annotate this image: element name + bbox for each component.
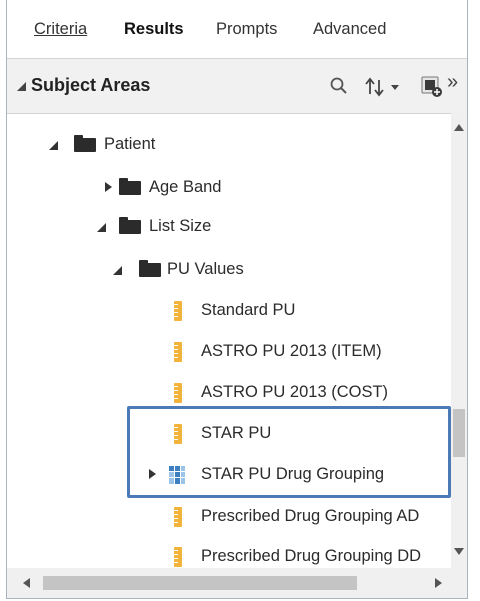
folder-icon xyxy=(139,260,161,277)
measure-icon xyxy=(174,342,182,362)
folder-icon xyxy=(74,135,96,152)
collapse-pane-icon[interactable] xyxy=(17,82,26,91)
tree-item-prescribed-drug-grouping-ad[interactable]: Prescribed Drug Grouping AD xyxy=(7,499,451,533)
vertical-scrollbar[interactable] xyxy=(451,112,467,568)
tree-item-label: Patient xyxy=(104,135,156,153)
tree-item-label: ASTRO PU 2013 (ITEM) xyxy=(201,342,382,360)
tree-item-star-pu[interactable]: STAR PU xyxy=(7,416,451,450)
measure-icon xyxy=(174,507,182,527)
tree-item-patient[interactable]: Patient xyxy=(7,127,451,161)
vertical-scroll-thumb[interactable] xyxy=(453,409,465,457)
subject-areas-title: Subject Areas xyxy=(31,75,151,95)
tree-item-standard-pu[interactable]: Standard PU xyxy=(7,293,451,327)
folder-icon xyxy=(119,178,141,195)
measure-icon xyxy=(174,383,182,403)
expanded-icon[interactable] xyxy=(49,141,58,150)
tree-item-label: List Size xyxy=(149,217,212,235)
more-icon[interactable]: » xyxy=(447,71,458,94)
tree-item-label: Prescribed Drug Grouping DD xyxy=(201,547,422,565)
tree-item-astro-pu-item[interactable]: ASTRO PU 2013 (ITEM) xyxy=(7,334,451,368)
hierarchy-icon xyxy=(169,466,185,484)
subject-areas-header: Subject Areas » xyxy=(7,58,467,114)
tree-item-label: Prescribed Drug Grouping AD xyxy=(201,507,420,525)
tree-item-list-size[interactable]: List Size xyxy=(7,209,451,243)
tab-criteria[interactable]: Criteria xyxy=(34,20,87,39)
scroll-up-icon[interactable] xyxy=(454,124,464,131)
tab-prompts[interactable]: Prompts xyxy=(216,20,277,39)
tree-item-pu-values[interactable]: PU Values xyxy=(7,252,451,286)
search-icon[interactable] xyxy=(329,76,351,98)
horizontal-scrollbar[interactable] xyxy=(7,568,467,598)
folder-icon xyxy=(119,217,141,234)
tree-item-label: STAR PU Drug Grouping xyxy=(201,465,385,483)
subject-area-tree: Patient Age Band List Size PU Values Sta… xyxy=(7,112,451,568)
tree-item-label: PU Values xyxy=(167,260,244,278)
measure-icon xyxy=(174,547,182,567)
tree-item-prescribed-drug-grouping-dd[interactable]: Prescribed Drug Grouping DD xyxy=(7,539,451,568)
tab-advanced[interactable]: Advanced xyxy=(313,20,386,39)
measure-icon xyxy=(174,424,182,444)
criteria-panel: Criteria Results Prompts Advanced Subjec… xyxy=(6,0,468,599)
collapsed-icon[interactable] xyxy=(105,182,112,192)
scroll-right-icon[interactable] xyxy=(435,578,442,588)
tab-bar: Criteria Results Prompts Advanced xyxy=(7,0,467,50)
tree-item-label: STAR PU xyxy=(201,424,272,442)
expanded-icon[interactable] xyxy=(113,266,122,275)
horizontal-scroll-thumb[interactable] xyxy=(43,576,357,590)
expanded-icon[interactable] xyxy=(97,223,106,232)
scroll-down-icon[interactable] xyxy=(454,548,464,555)
tree-item-label: Age Band xyxy=(149,178,222,196)
tree-item-label: Standard PU xyxy=(201,301,296,319)
add-subject-area-icon[interactable] xyxy=(421,76,443,98)
tree-item-star-pu-drug-grouping[interactable]: STAR PU Drug Grouping xyxy=(7,457,451,491)
measure-icon xyxy=(174,301,182,321)
tree-item-astro-pu-cost[interactable]: ASTRO PU 2013 (COST) xyxy=(7,375,451,409)
sort-icon[interactable] xyxy=(365,76,405,98)
tab-results[interactable]: Results xyxy=(124,20,184,39)
tree-item-label: ASTRO PU 2013 (COST) xyxy=(201,383,389,401)
collapsed-icon[interactable] xyxy=(149,469,156,479)
scroll-left-icon[interactable] xyxy=(23,578,30,588)
tree-item-age-band[interactable]: Age Band xyxy=(7,170,451,204)
